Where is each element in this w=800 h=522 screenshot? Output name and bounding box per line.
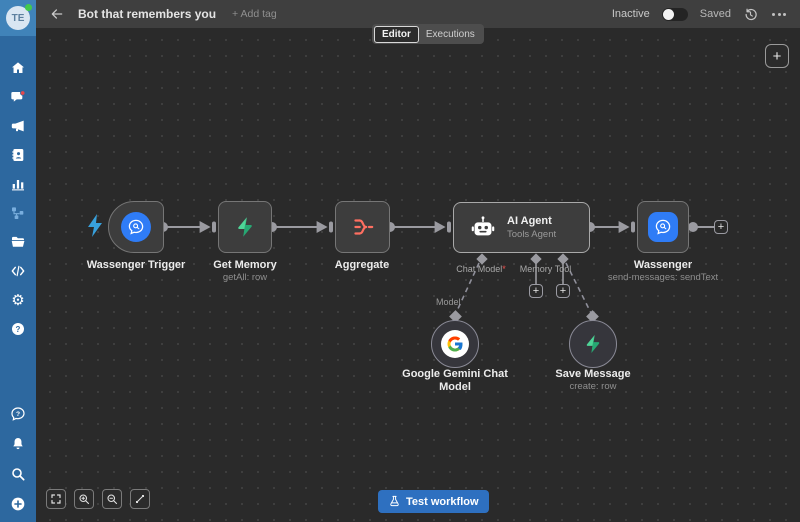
sidebar-item-insights[interactable]	[8, 174, 28, 194]
search-icon	[10, 466, 26, 482]
ai-agent-subtitle: Tools Agent	[507, 229, 556, 240]
svg-text:?: ?	[16, 411, 20, 418]
port-label-chat-model: Chat Model*	[456, 264, 506, 274]
active-toggle[interactable]	[662, 8, 688, 21]
fit-view-button[interactable]	[46, 489, 66, 509]
port-label-tool: Tool	[555, 264, 572, 274]
sidebar-item-chat[interactable]	[8, 87, 28, 107]
ai-agent-title: AI Agent	[507, 215, 556, 227]
sidebar-item-notifications[interactable]	[8, 434, 28, 454]
node-save-message[interactable]	[569, 320, 617, 368]
node-sublabel-wassenger-send: send-messages: sendText	[608, 272, 718, 283]
folder-icon	[10, 234, 26, 250]
node-label-save-message: Save Message	[555, 368, 630, 380]
test-workflow-label: Test workflow	[406, 496, 479, 508]
more-options-button[interactable]	[770, 9, 788, 20]
node-wassenger-send[interactable]	[637, 201, 689, 253]
node-aggregate[interactable]	[335, 201, 390, 253]
add-tag-button[interactable]: + Add tag	[232, 8, 277, 20]
saved-badge: Saved	[700, 8, 731, 20]
history-icon	[743, 7, 758, 22]
node-label-aggregate: Aggregate	[335, 259, 389, 271]
sidebar-item-search[interactable]	[8, 464, 28, 484]
flask-icon	[388, 495, 401, 508]
node-sublabel-get-memory: getAll: row	[223, 272, 267, 283]
svg-text:?: ?	[16, 325, 21, 334]
supabase-bolt-icon	[582, 333, 604, 355]
test-workflow-button[interactable]: Test workflow	[378, 490, 489, 513]
node-google-gemini-chat-model[interactable]	[431, 320, 479, 368]
active-status-label: Inactive	[612, 8, 650, 20]
editor-tabs: Editor Executions	[372, 24, 484, 44]
arrow-left-icon	[50, 7, 64, 21]
settings-gear-icon: ⚙	[11, 293, 24, 308]
supabase-bolt-icon	[233, 215, 257, 239]
zoom-out-icon	[106, 493, 118, 505]
workspace-avatar[interactable]: TE	[0, 0, 36, 36]
node-ai-agent[interactable]: AI Agent Tools Agent	[453, 202, 590, 253]
code-icon	[10, 263, 26, 279]
fit-view-icon	[50, 493, 62, 505]
robot-icon	[470, 215, 496, 241]
add-memory-button[interactable]: +	[529, 284, 543, 298]
sidebar-item-home[interactable]	[8, 58, 28, 78]
reset-zoom-button[interactable]	[130, 489, 150, 509]
main-sidebar: TE	[0, 0, 36, 522]
google-g-icon	[441, 330, 469, 358]
wassenger-chat-icon	[648, 212, 678, 242]
sidebar-item-workflows[interactable]	[8, 203, 28, 223]
zoom-out-button[interactable]	[102, 489, 122, 509]
tab-editor[interactable]: Editor	[374, 26, 419, 43]
tab-executions[interactable]: Executions	[419, 27, 482, 42]
port-label-memory: Memory	[520, 264, 553, 274]
toggle-knob	[663, 9, 674, 20]
sidebar-item-support-chat[interactable]: ?	[8, 404, 28, 424]
insights-icon	[10, 176, 26, 192]
add-node-button[interactable]: +	[765, 44, 789, 68]
node-label-gemini-line2: Model	[439, 381, 471, 393]
reset-zoom-icon	[134, 493, 146, 505]
back-button[interactable]	[50, 7, 64, 21]
wassenger-chat-icon	[121, 212, 151, 242]
sidebar-item-announcements[interactable]	[8, 116, 28, 136]
n8n-workflow-editor: Bot that remembers you + Add tag Inactiv…	[0, 0, 800, 522]
node-label-gemini-line1: Google Gemini Chat	[402, 368, 508, 380]
history-button[interactable]	[743, 7, 758, 22]
help-icon: ?	[10, 321, 26, 337]
zoom-in-button[interactable]	[74, 489, 94, 509]
megaphone-icon	[10, 118, 26, 134]
sidebar-item-code[interactable]	[8, 261, 28, 281]
workflows-icon	[10, 205, 26, 221]
sidebar-item-contacts[interactable]	[8, 145, 28, 165]
node-wassenger-trigger[interactable]	[108, 201, 164, 253]
aggregate-icon	[350, 214, 376, 240]
bell-icon	[10, 436, 26, 452]
workflow-title[interactable]: Bot that remembers you	[78, 7, 216, 21]
online-status-dot	[25, 4, 32, 11]
node-label-wassenger-send: Wassenger	[634, 259, 692, 271]
zoom-in-icon	[78, 493, 90, 505]
chat-notifications-icon	[10, 89, 26, 105]
add-tool-button[interactable]: +	[556, 284, 570, 298]
contacts-icon	[10, 147, 26, 163]
sidebar-item-projects[interactable]	[8, 232, 28, 252]
node-get-memory[interactable]	[218, 201, 272, 253]
node-label-wassenger-trigger: Wassenger Trigger	[87, 259, 186, 271]
sidebar-item-settings[interactable]: ⚙	[8, 290, 28, 310]
required-marker: *	[502, 264, 506, 274]
sidebar-item-add[interactable]	[8, 494, 28, 514]
add-circle-icon	[10, 496, 26, 512]
ellipsis-icon	[772, 13, 775, 16]
node-label-get-memory: Get Memory	[213, 259, 277, 271]
chat-help-icon: ?	[10, 406, 26, 422]
edge-label-model: Model	[436, 297, 461, 307]
add-next-node-button[interactable]: +	[714, 220, 728, 234]
node-sublabel-save-message: create: row	[570, 381, 617, 392]
home-icon	[10, 60, 26, 76]
sidebar-item-help[interactable]: ?	[8, 319, 28, 339]
